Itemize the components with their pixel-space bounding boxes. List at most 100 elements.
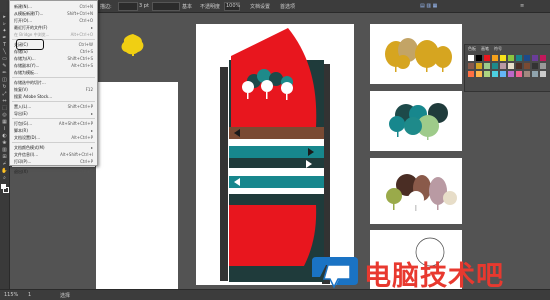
menu-item[interactable]: 存储副本(Y)... Alt+Ctrl+S	[10, 62, 97, 69]
menu-item[interactable]: 打印(P)... Ctrl+P	[10, 158, 97, 165]
zoom-level[interactable]: 115%	[4, 292, 18, 298]
menu-separator	[12, 142, 95, 143]
magic-wand-icon[interactable]: ✦	[1, 28, 8, 34]
color-swatch[interactable]	[508, 63, 514, 69]
color-swatch[interactable]	[540, 63, 546, 69]
tab-swatches[interactable]: 色板	[468, 46, 476, 52]
file-menu[interactable]: 新建(N)... Ctrl+N 从模板新建(T)... Shift+Ctrl+N 打开(…	[9, 0, 98, 174]
menu-item[interactable]: 搜索 Adobe Stock...	[10, 93, 97, 100]
color-swatch[interactable]	[492, 63, 498, 69]
brush-tool-icon[interactable]: ✎	[1, 63, 8, 69]
menu-item[interactable]: 从模板新建(T)... Shift+Ctrl+N	[10, 10, 97, 17]
line-tool-icon[interactable]: ╲	[1, 49, 8, 55]
signpost-illustration[interactable]	[196, 24, 354, 285]
hand-tool-icon[interactable]: ✋	[1, 168, 8, 174]
stroke-swatch[interactable]	[3, 187, 9, 193]
color-swatch[interactable]	[468, 55, 474, 61]
color-swatch[interactable]	[484, 71, 490, 77]
menu-item[interactable]: 文档颜色模式(M) ▸	[10, 144, 97, 151]
artboard-tool-icon[interactable]: ⊞	[1, 154, 8, 160]
artboard-thumb-1[interactable]	[370, 24, 462, 84]
color-swatch[interactable]	[532, 55, 538, 61]
align-icon[interactable]: ▤ ▥ ▦	[420, 3, 437, 9]
menu-icon[interactable]: ≡	[520, 3, 524, 9]
menu-item[interactable]: 打包(G)... Alt+Shift+Ctrl+P	[10, 120, 97, 127]
artboard-left	[96, 82, 178, 289]
color-swatch[interactable]	[516, 71, 522, 77]
menu-item[interactable]: 置入(L)... Shift+Ctrl+P	[10, 103, 97, 110]
color-swatch[interactable]	[524, 63, 530, 69]
menu-item[interactable]: 存储为(A)... Shift+Ctrl+S	[10, 55, 97, 62]
prefs-button[interactable]: 首选项	[280, 3, 295, 10]
artboard-thumb-2[interactable]	[370, 91, 462, 151]
eyedropper-icon[interactable]: ⌇	[1, 126, 8, 132]
type-tool-icon[interactable]: T	[1, 42, 8, 48]
menu-item[interactable]: 在 Bridge 中浏览... Alt+Ctrl+O	[10, 31, 97, 38]
doc-setup-button[interactable]: 文档设置	[250, 3, 270, 10]
color-swatch[interactable]	[532, 63, 538, 69]
shape-builder-icon[interactable]: ◎	[1, 112, 8, 118]
symbol-tool-icon[interactable]: ❀	[1, 140, 8, 146]
slice-tool-icon[interactable]: ⌿	[1, 161, 8, 167]
width-tool-icon[interactable]: ⇔	[1, 98, 8, 104]
scale-tool-icon[interactable]: ⤢	[1, 91, 8, 97]
menu-item[interactable]: 最近打开的文件(F) ▸	[10, 24, 97, 31]
color-swatch[interactable]	[532, 71, 538, 77]
menu-item[interactable]: 存储选中的切片...	[10, 79, 97, 86]
yellow-tree-shape[interactable]	[120, 33, 146, 57]
color-swatch[interactable]	[484, 63, 490, 69]
menu-item[interactable]: 脚本(R) ▸	[10, 127, 97, 134]
menu-item[interactable]: 恢复(V) F12	[10, 86, 97, 93]
color-swatch[interactable]	[524, 71, 530, 77]
free-transform-icon[interactable]: ⬚	[1, 105, 8, 111]
page-number[interactable]: 1	[28, 292, 31, 298]
menu-item-label: 导出(E)	[14, 111, 28, 116]
color-swatch[interactable]	[508, 55, 514, 61]
tab-brushes[interactable]: 画笔	[481, 46, 489, 52]
menu-item[interactable]: 存储为模板...	[10, 69, 97, 76]
menu-item[interactable]: 新建(N)... Ctrl+N	[10, 3, 97, 10]
pen-tool-icon[interactable]: ✒	[1, 35, 8, 41]
color-swatch[interactable]	[516, 55, 522, 61]
menu-item[interactable]: 文件信息(I)... Alt+Shift+Ctrl+I	[10, 151, 97, 158]
opacity-value: 100%	[226, 3, 241, 9]
color-swatch[interactable]	[540, 55, 546, 61]
menu-item[interactable]: 导出(E) ▸	[10, 110, 97, 117]
tab-symbols[interactable]: 符号	[494, 46, 502, 52]
menu-item[interactable]: 文档设置(D)... Alt+Ctrl+P	[10, 134, 97, 141]
selection-tool-icon[interactable]: ▸	[1, 14, 8, 20]
artboard-thumb-3[interactable]	[370, 158, 462, 224]
pencil-tool-icon[interactable]: ✏	[1, 70, 8, 76]
color-swatch[interactable]	[500, 63, 506, 69]
direct-select-tool-icon[interactable]: ▹	[1, 21, 8, 27]
eraser-tool-icon[interactable]: ◫	[1, 77, 8, 83]
opacity-label[interactable]: 不透明度	[200, 3, 220, 10]
color-swatch[interactable]	[476, 55, 482, 61]
color-swatch[interactable]	[492, 55, 498, 61]
style-label[interactable]: 基本	[182, 3, 192, 10]
color-swatch[interactable]	[500, 55, 506, 61]
color-swatch[interactable]	[540, 71, 546, 77]
rotate-tool-icon[interactable]: ↻	[1, 84, 8, 90]
menu-item-label: 打包(G)...	[14, 121, 33, 126]
color-swatch[interactable]	[500, 71, 506, 77]
gradient-tool-icon[interactable]: ▦	[1, 119, 8, 125]
color-swatch[interactable]	[476, 71, 482, 77]
color-swatch[interactable]	[476, 63, 482, 69]
graph-tool-icon[interactable]: ▥	[1, 147, 8, 153]
stroke-weight-field[interactable]	[118, 2, 138, 11]
blend-tool-icon[interactable]: ◐	[1, 133, 8, 139]
menu-separator	[12, 101, 95, 102]
menu-item[interactable]: 打开(O)... Ctrl+O	[10, 17, 97, 24]
color-swatch[interactable]	[508, 71, 514, 77]
brush-dropdown[interactable]	[152, 2, 180, 11]
color-swatch[interactable]	[516, 63, 522, 69]
color-swatch[interactable]	[484, 55, 490, 61]
color-swatch[interactable]	[468, 63, 474, 69]
color-swatch[interactable]	[492, 71, 498, 77]
menu-item[interactable]: 退出(X) Ctrl+Q	[10, 168, 97, 175]
color-swatch[interactable]	[524, 55, 530, 61]
zoom-tool-icon[interactable]: ⌕	[1, 175, 8, 181]
color-swatch[interactable]	[468, 71, 474, 77]
rectangle-tool-icon[interactable]: ▭	[1, 56, 8, 62]
